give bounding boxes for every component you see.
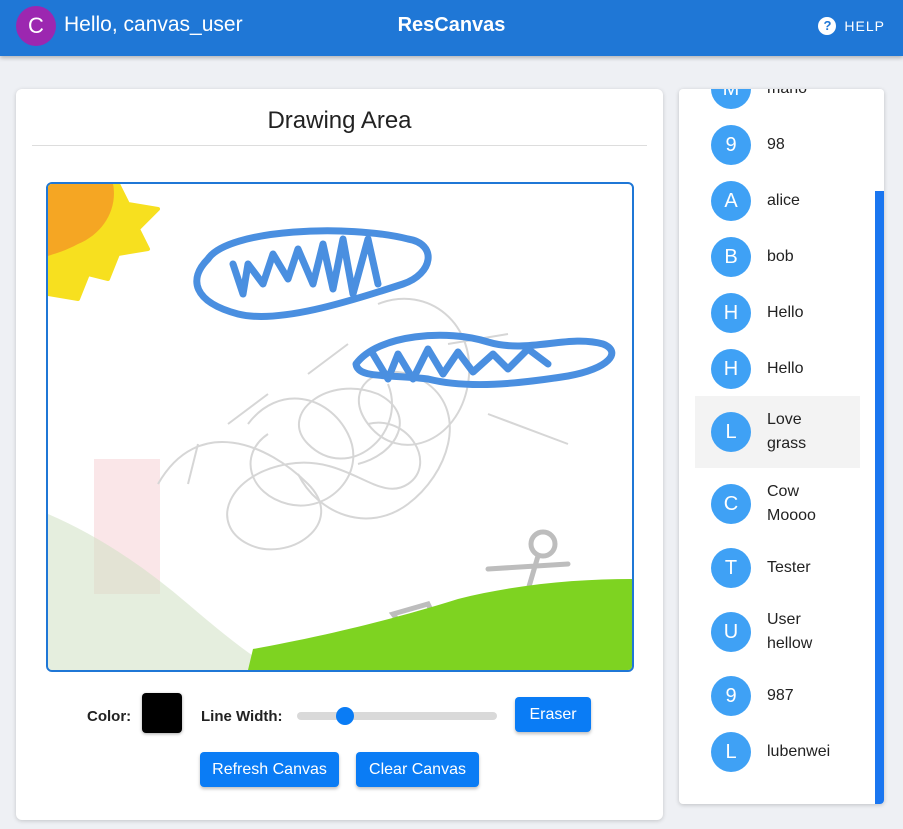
room-name: lubenwei — [767, 743, 831, 760]
scrollbar-thumb[interactable] — [875, 191, 884, 804]
room-item-lubenwei[interactable]: L lubenwei — [695, 724, 860, 780]
room-item-987[interactable]: 9 987 — [695, 668, 860, 724]
room-item-mano[interactable]: M mano — [695, 89, 860, 117]
room-avatar: L — [711, 732, 751, 772]
room-avatar: T — [711, 548, 751, 588]
room-name: alice — [767, 192, 800, 209]
toolbar: Color: Line Width: Eraser — [16, 693, 663, 737]
room-name: User hellow — [767, 611, 813, 652]
room-item-love-grass[interactable]: L Love grass — [695, 396, 860, 468]
room-name: 98 — [767, 136, 785, 153]
drawing-canvas[interactable] — [46, 182, 634, 672]
room-name: Hello — [767, 360, 804, 377]
room-avatar: 9 — [711, 125, 751, 165]
room-item-cow-moooo[interactable]: C Cow Moooo — [695, 468, 860, 540]
blue-clouds — [193, 227, 616, 389]
room-name: Tester — [767, 559, 811, 576]
room-name: bob — [767, 248, 794, 265]
room-name: Hello — [767, 304, 804, 321]
faded-green-stroke — [48, 514, 278, 670]
room-item-tester[interactable]: T Tester — [695, 540, 860, 596]
drawing-area-title: Drawing Area — [267, 107, 412, 134]
refresh-canvas-button[interactable]: Refresh Canvas — [200, 752, 339, 787]
color-picker[interactable] — [142, 693, 182, 733]
user-avatar[interactable]: C — [16, 6, 56, 46]
room-name: 987 — [767, 687, 794, 704]
room-name: Cow Moooo — [767, 483, 816, 524]
title-divider — [32, 145, 647, 146]
room-avatar: H — [711, 293, 751, 333]
help-button[interactable]: ? HELP — [818, 14, 885, 38]
line-width-slider-thumb[interactable] — [336, 707, 354, 725]
room-avatar: M — [711, 89, 751, 109]
clear-canvas-button[interactable]: Clear Canvas — [356, 752, 479, 787]
help-label: HELP — [844, 18, 885, 34]
room-avatar: 9 — [711, 676, 751, 716]
app-bar: C Hello, canvas_user ResCanvas ? HELP — [0, 0, 903, 56]
line-width-slider-track[interactable] — [297, 712, 497, 720]
help-icon: ? — [818, 17, 837, 35]
sun — [48, 184, 160, 301]
room-name: Love grass — [767, 411, 807, 452]
room-list: M mano 9 98 A alice B bob H Hello H Hell… — [695, 89, 860, 804]
canvas-drawing — [48, 184, 632, 670]
room-avatar: C — [711, 484, 751, 524]
room-avatar: H — [711, 349, 751, 389]
line-width-label: Line Width: — [201, 708, 283, 725]
grey-scribbles — [157, 297, 569, 551]
room-item-hello[interactable]: H Hello — [695, 285, 860, 341]
room-item-hello-2[interactable]: H Hello — [695, 341, 860, 397]
room-list-panel: M mano 9 98 A alice B bob H Hello H Hell… — [679, 89, 884, 804]
drawing-card: Drawing Area Color: Line Width: Eraser R… — [16, 89, 663, 820]
room-item-user-hellow[interactable]: U User hellow — [695, 596, 860, 668]
room-name: mano — [767, 89, 857, 101]
user-greeting: Hello, canvas_user — [64, 13, 243, 36]
room-item-98[interactable]: 9 98 — [695, 117, 860, 173]
eraser-button[interactable]: Eraser — [515, 697, 591, 732]
green-grass — [248, 579, 632, 670]
room-avatar: B — [711, 237, 751, 277]
color-label: Color: — [87, 708, 132, 725]
room-item-bob[interactable]: B bob — [695, 229, 860, 285]
room-avatar: L — [711, 412, 751, 452]
room-avatar: A — [711, 181, 751, 221]
room-item-alice[interactable]: A alice — [695, 173, 860, 229]
room-avatar: U — [711, 612, 751, 652]
